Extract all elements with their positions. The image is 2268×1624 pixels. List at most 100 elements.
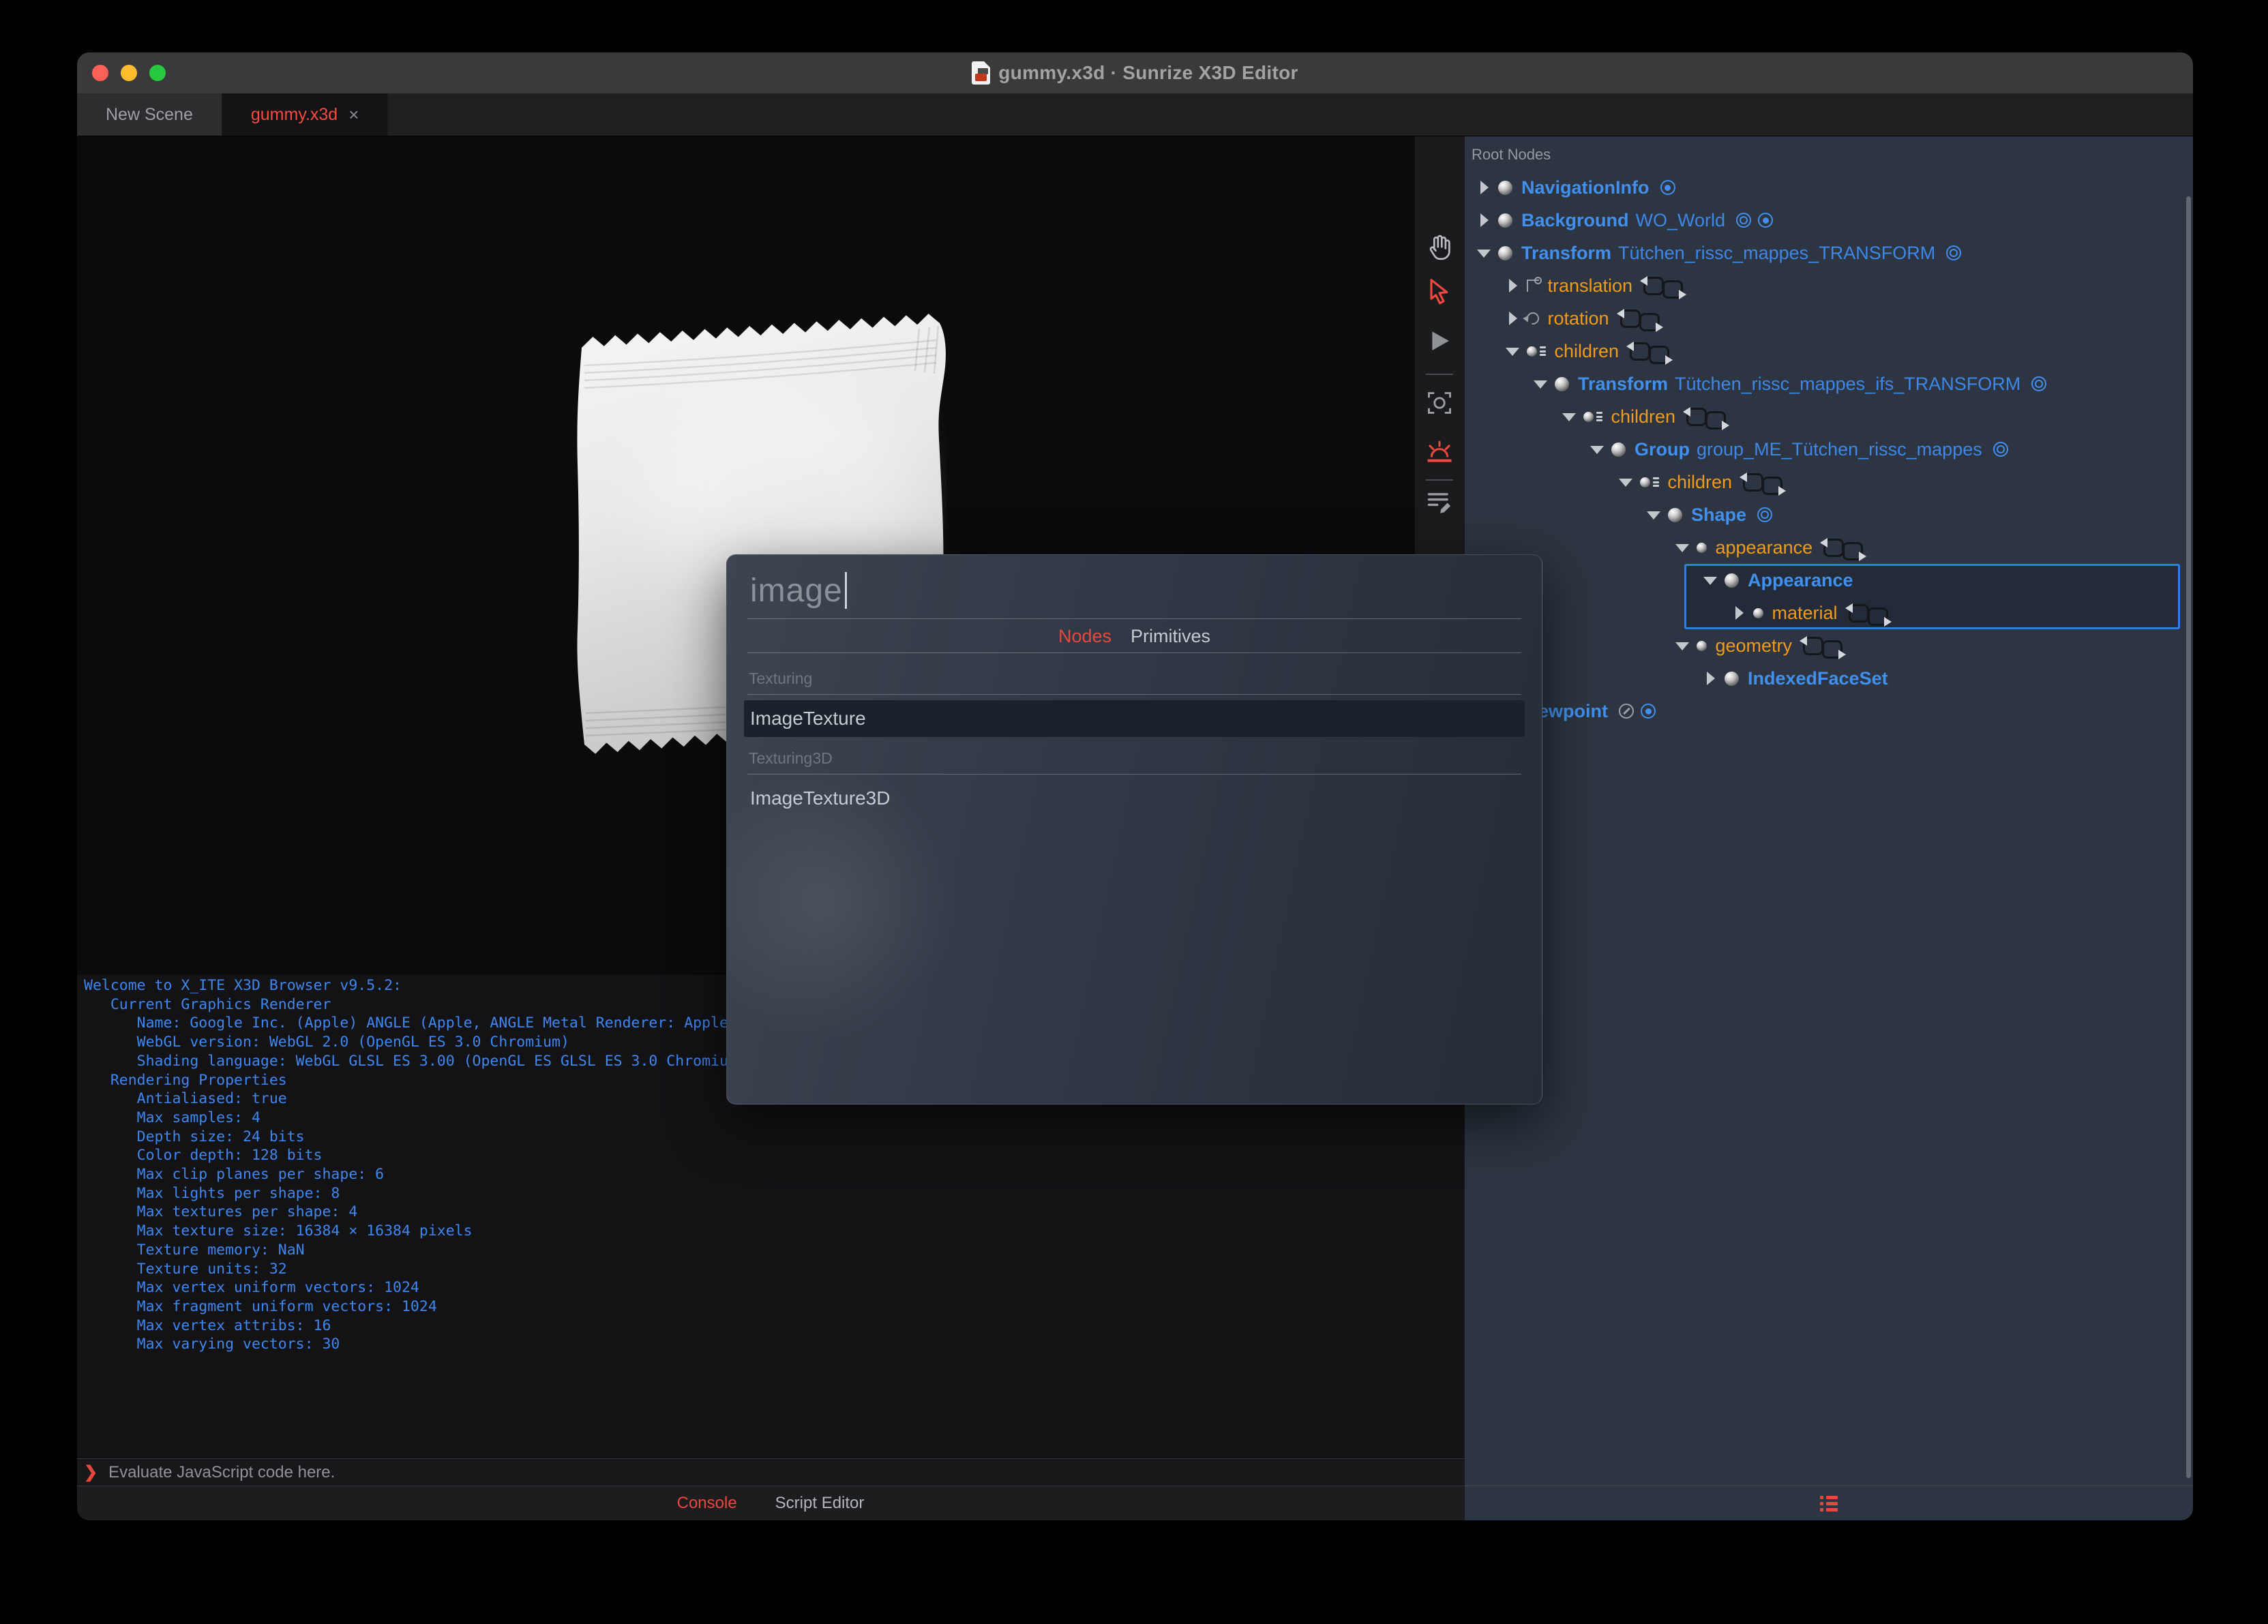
route-output-icon[interactable] <box>1649 345 1673 365</box>
outline-row-children[interactable]: children <box>1465 466 2193 498</box>
outline-scrollbar[interactable] <box>2186 196 2191 1478</box>
route-input-icon[interactable] <box>1640 275 1665 295</box>
outline-row-material[interactable]: material <box>1465 597 2193 629</box>
node-sphere-icon <box>1611 442 1626 457</box>
document-tab-new-scene[interactable]: New Scene <box>77 93 222 136</box>
route-input-icon[interactable] <box>1740 472 1764 492</box>
hand-tool-button[interactable] <box>1415 227 1464 265</box>
outline-list-icon[interactable] <box>1820 1495 1838 1512</box>
bind-target-icon[interactable] <box>1758 213 1774 228</box>
toolbar-divider <box>1426 374 1453 375</box>
expand-chevron-icon[interactable] <box>1733 606 1745 620</box>
outline-row-children[interactable]: children <box>1465 335 2193 367</box>
bind-target-icon[interactable] <box>1660 180 1675 195</box>
outline-row-group[interactable]: Group group_ME_Tütchen_rissc_mappes <box>1465 433 2193 466</box>
document-tab-gummy-x3d[interactable]: gummy.x3d × <box>222 93 389 136</box>
route-input-icon[interactable] <box>1626 341 1651 361</box>
route-output-icon[interactable] <box>1639 312 1663 332</box>
play-tool-button[interactable] <box>1415 322 1464 360</box>
collapse-chevron-icon[interactable] <box>1505 345 1519 357</box>
outline-row-background[interactable]: Background WO_World <box>1465 204 2193 237</box>
script-edit-tool-button[interactable] <box>1415 483 1464 521</box>
field-sphere-icon <box>1696 542 1707 553</box>
collapse-chevron-icon[interactable] <box>1477 247 1491 259</box>
route-output-icon[interactable] <box>1867 607 1892 627</box>
collapse-chevron-icon[interactable] <box>1703 574 1717 586</box>
route-input-icon[interactable] <box>1616 308 1641 328</box>
outline-row-rotation[interactable]: rotation <box>1465 302 2193 335</box>
route-input-icon[interactable] <box>1845 603 1869 622</box>
tool-wrench-icon[interactable] <box>1619 704 1635 719</box>
select-arrow-tool-button[interactable] <box>1415 273 1464 311</box>
select-arrow-icon <box>1427 278 1452 305</box>
route-input-icon[interactable] <box>1820 537 1845 557</box>
outline-row-appearance[interactable]: Appearance <box>1465 564 2193 597</box>
bind-target-icon[interactable] <box>1641 704 1656 719</box>
collapse-chevron-icon[interactable] <box>1590 443 1604 455</box>
visibility-rings-icon[interactable] <box>2031 376 2047 391</box>
node-search-input[interactable]: image <box>750 565 847 616</box>
visibility-rings-icon[interactable] <box>1757 507 1773 522</box>
footer-tab-console[interactable]: Console <box>677 1494 737 1513</box>
collapse-chevron-icon[interactable] <box>1675 541 1689 554</box>
console-prompt-row[interactable]: ❯ Evaluate JavaScript code here. <box>77 1458 1464 1486</box>
collapse-chevron-icon[interactable] <box>1675 640 1689 652</box>
outline-row-navigationinfo[interactable]: NavigationInfo <box>1465 171 2193 204</box>
result-item-imagetexture[interactable]: ImageTexture <box>744 700 1525 737</box>
close-tab-icon[interactable]: × <box>348 104 359 125</box>
collapse-chevron-icon[interactable] <box>1534 378 1547 390</box>
result-item-imagetexture3d[interactable]: ImageTexture3D <box>744 780 1525 817</box>
route-output-icon[interactable] <box>1662 280 1687 299</box>
collapse-chevron-icon[interactable] <box>1562 410 1576 423</box>
route-output-icon[interactable] <box>1842 541 1867 561</box>
expand-chevron-icon[interactable] <box>1478 213 1490 227</box>
outline-row-transform[interactable]: Transform Tütchen_rissc_mappes_ifs_TRANSF… <box>1465 367 2193 400</box>
route-output-icon[interactable] <box>1762 476 1787 496</box>
expand-chevron-icon[interactable] <box>1506 312 1519 325</box>
field-name-label: children <box>1611 406 1676 427</box>
outline-row-indexedfaceset[interactable]: IndexedFaceSet <box>1465 662 2193 695</box>
hand-icon <box>1426 232 1453 260</box>
vector-field-icon <box>1526 277 1542 292</box>
outline-row-transform[interactable]: Transform Tütchen_rissc_mappes_TRANSFORM <box>1465 237 2193 269</box>
zoom-window-button[interactable] <box>149 65 166 81</box>
field-sphere-icon <box>1696 640 1707 651</box>
snapshot-tool-button[interactable] <box>1415 384 1464 422</box>
row-trailing-icons <box>1946 245 1962 260</box>
visibility-rings-icon[interactable] <box>1736 213 1752 228</box>
collapse-chevron-icon[interactable] <box>1618 476 1632 488</box>
document-icon <box>972 61 991 85</box>
expand-chevron-icon[interactable] <box>1506 279 1519 292</box>
outline-row-viewpoint[interactable]: Viewpoint <box>1465 695 2193 727</box>
dialog-tab-primitives[interactable]: Primitives <box>1131 626 1210 647</box>
visibility-rings-icon[interactable] <box>1993 442 2008 457</box>
outline-row-appearance[interactable]: appearance <box>1465 531 2193 564</box>
sunrise-tool-button[interactable] <box>1415 432 1464 470</box>
route-output-icon[interactable] <box>1822 640 1847 659</box>
document-tab-bar: New Scene gummy.x3d × <box>77 93 2193 136</box>
expand-chevron-icon[interactable] <box>1704 672 1716 685</box>
outline-row-shape[interactable]: Shape <box>1465 498 2193 531</box>
search-dialog-tabs: Nodes Primitives <box>727 623 1542 649</box>
route-output-icon[interactable] <box>1705 410 1730 430</box>
route-input-icon[interactable] <box>1683 406 1707 426</box>
dialog-tab-nodes[interactable]: Nodes <box>1058 626 1111 647</box>
field-sphere-icon <box>1752 607 1763 618</box>
collapse-chevron-icon[interactable] <box>1647 509 1660 521</box>
outline-row-geometry[interactable]: geometry <box>1465 629 2193 662</box>
outline-row-children[interactable]: children <box>1465 400 2193 433</box>
visibility-rings-icon[interactable] <box>1946 245 1962 260</box>
route-input-icon[interactable] <box>1800 635 1824 655</box>
close-window-button[interactable] <box>92 65 108 81</box>
footer-tab-script-editor[interactable]: Script Editor <box>775 1494 865 1513</box>
outline-row-translation[interactable]: translation <box>1465 269 2193 302</box>
minimize-window-button[interactable] <box>121 65 137 81</box>
children-field-icon <box>1639 476 1659 489</box>
outline-tree: NavigationInfo Background WO_World Transfor… <box>1465 136 2193 1486</box>
row-trailing-icons <box>2031 376 2047 391</box>
expand-chevron-icon[interactable] <box>1478 181 1490 194</box>
search-results: Texturing ImageTexture Texturing3D ImageTex… <box>727 657 1542 1104</box>
console-input[interactable]: Evaluate JavaScript code here. <box>108 1463 335 1482</box>
toolbar-divider <box>1426 479 1453 481</box>
node-type-label: Transform <box>1578 373 1669 394</box>
